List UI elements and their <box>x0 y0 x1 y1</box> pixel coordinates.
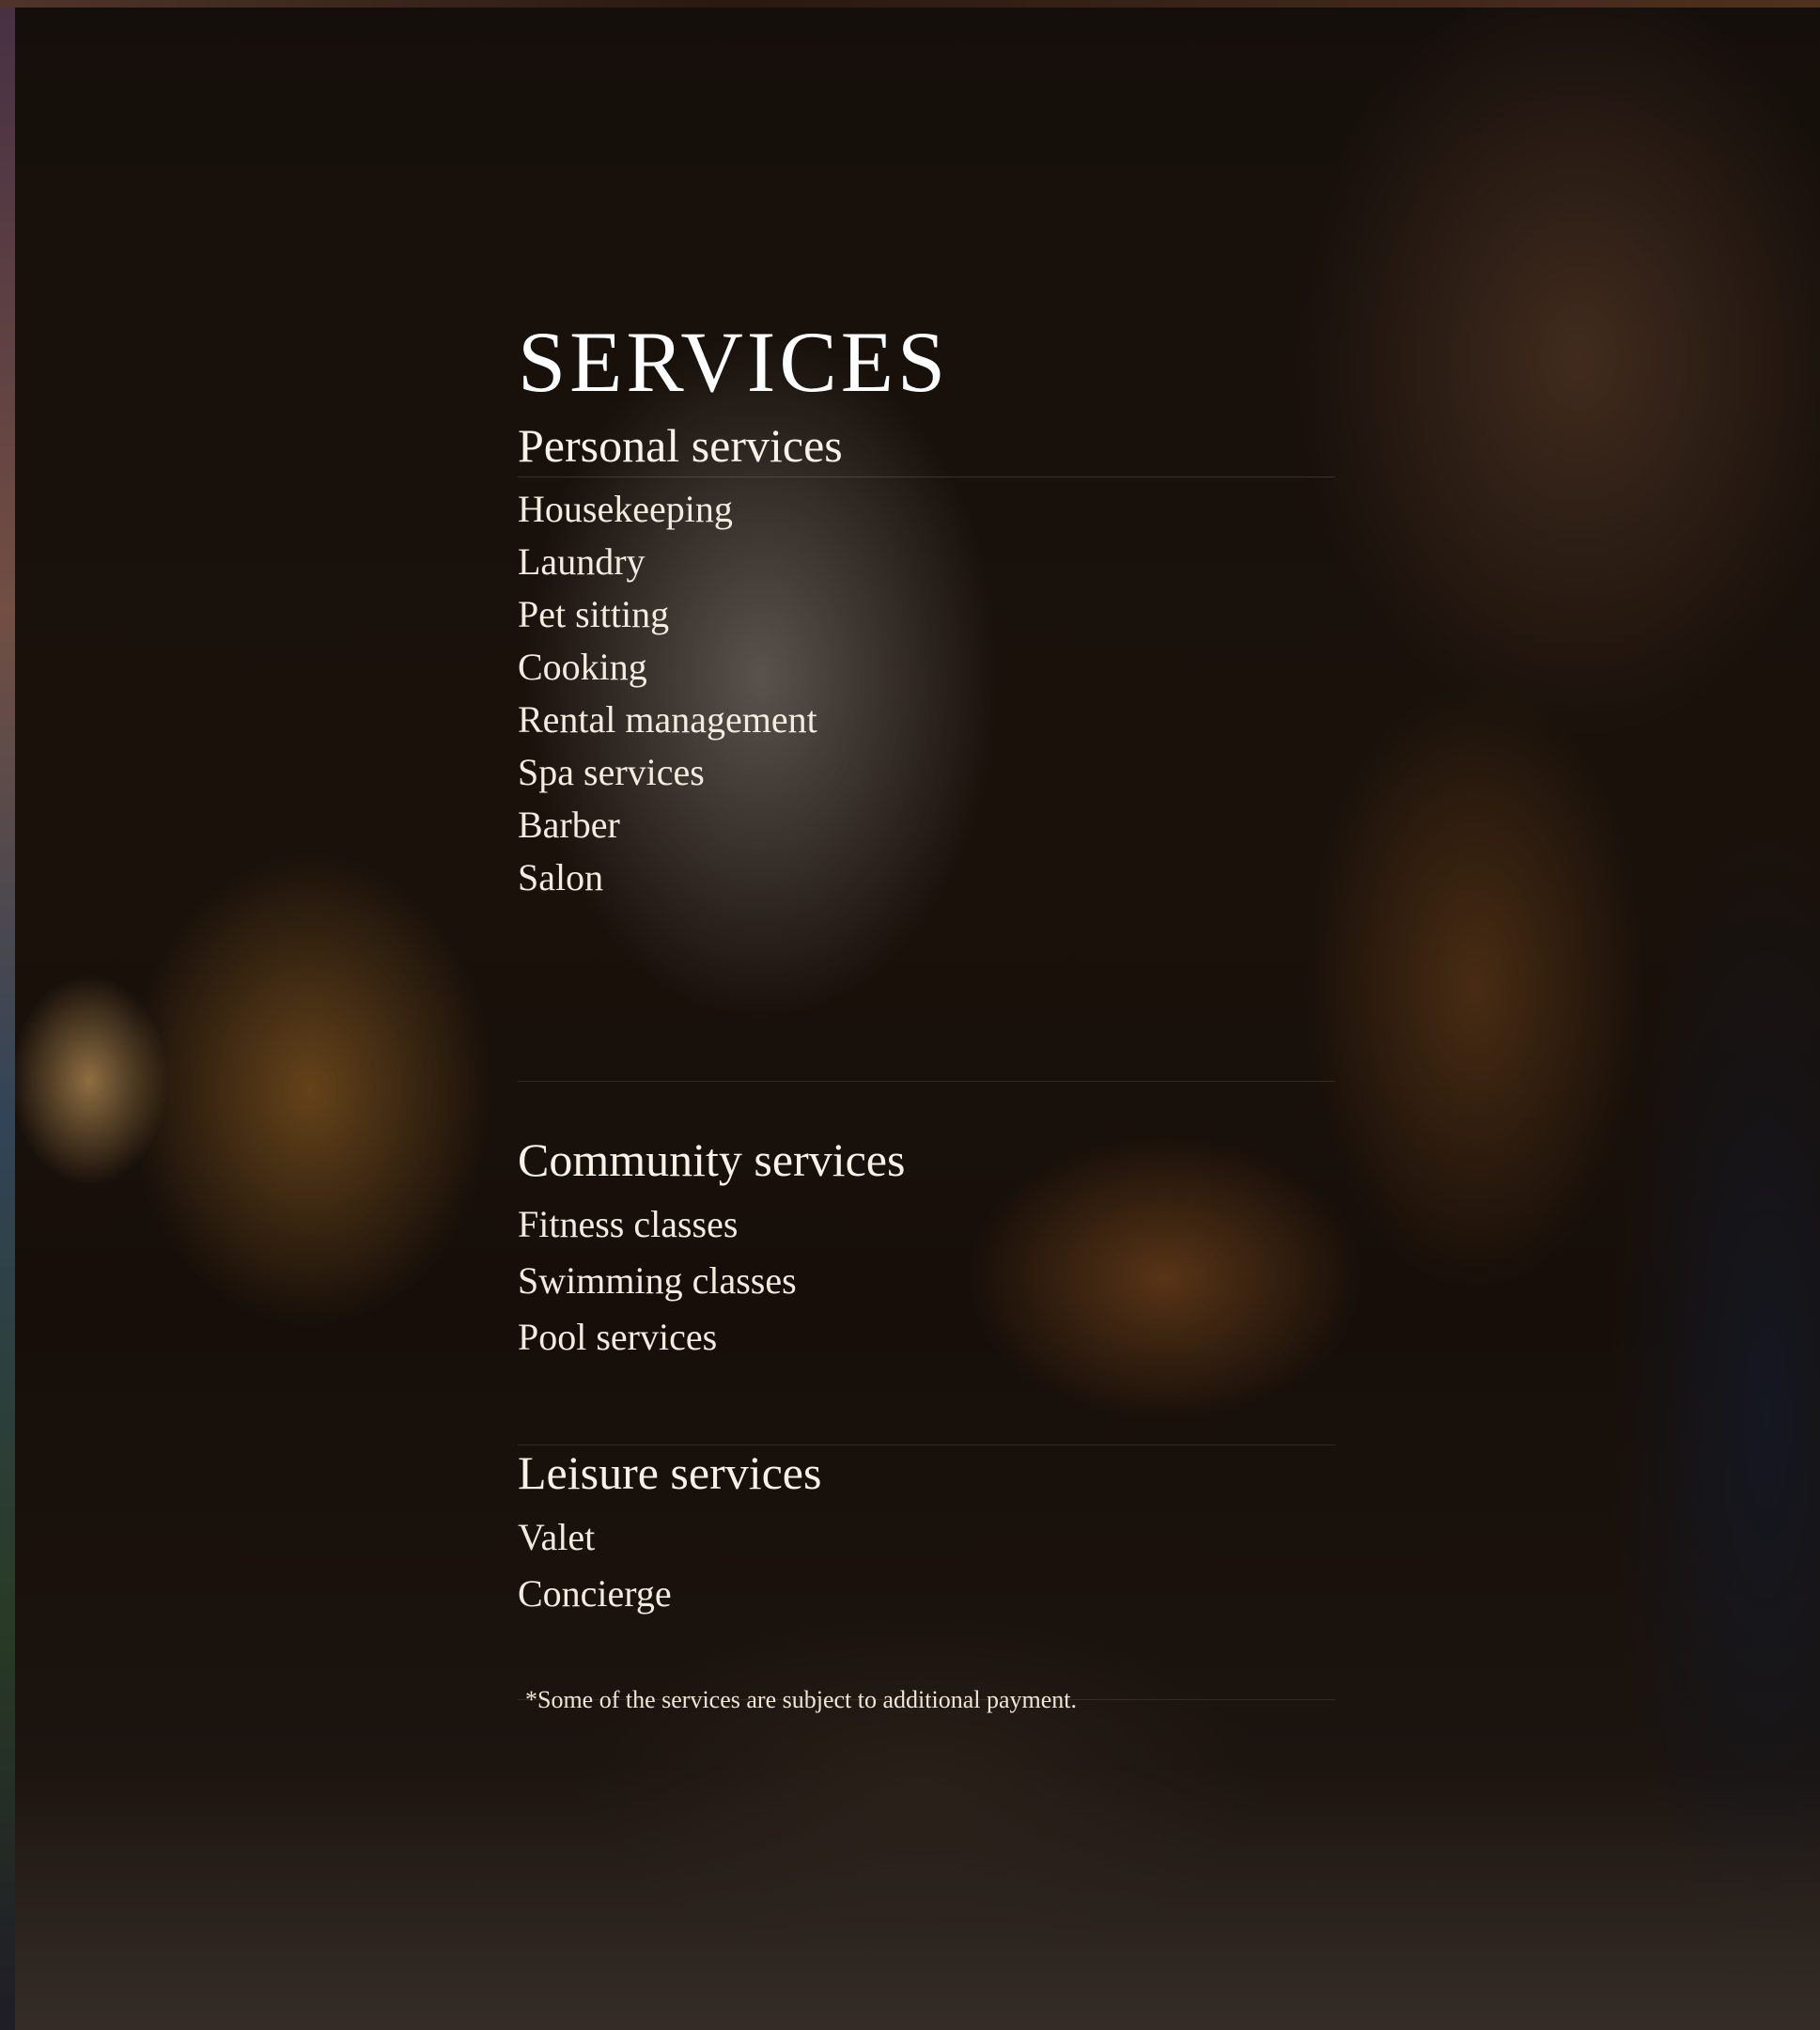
footnote-area: *Some of the services are subject to add… <box>518 1686 1335 1717</box>
community-services-heading: Community services <box>518 1133 906 1186</box>
list-item: Pool services <box>518 1316 718 1358</box>
community-services-list: Fitness classes Swimming classes Pool se… <box>518 1196 1335 1366</box>
list-item: Cooking <box>518 646 647 688</box>
list-item: Salon <box>518 856 604 898</box>
services-content: SERVICES Personal services Housekeeping … <box>518 315 1335 1622</box>
leisure-services-section: Leisure services Valet Concierge <box>518 1444 1335 1622</box>
personal-services-section: Personal services Housekeeping Laundry P… <box>518 418 1335 904</box>
list-item: Swimming classes <box>518 1259 797 1302</box>
leisure-services-heading: Leisure services <box>518 1446 822 1499</box>
personal-services-list: Housekeeping Laundry Pet sitting Cooking… <box>518 483 1335 904</box>
list-item: Concierge <box>518 1572 672 1615</box>
list-item: Housekeeping <box>518 488 733 530</box>
list-item: Fitness classes <box>518 1203 739 1245</box>
list-item: Rental management <box>518 698 817 741</box>
page-title: SERVICES <box>518 314 950 410</box>
list-item: Pet sitting <box>518 593 670 635</box>
payment-footnote: *Some of the services are subject to add… <box>525 1686 1077 1713</box>
list-item: Spa services <box>518 751 705 793</box>
list-item: Laundry <box>518 540 646 583</box>
community-services-section: Community services Fitness classes Swimm… <box>518 1081 1335 1366</box>
leisure-services-list: Valet Concierge <box>518 1509 1335 1622</box>
list-item: Barber <box>518 804 620 846</box>
services-page: SERVICES Personal services Housekeeping … <box>0 0 1820 2030</box>
personal-services-heading: Personal services <box>518 418 1335 477</box>
section-divider <box>518 1081 1335 1082</box>
list-item: Valet <box>518 1516 596 1558</box>
